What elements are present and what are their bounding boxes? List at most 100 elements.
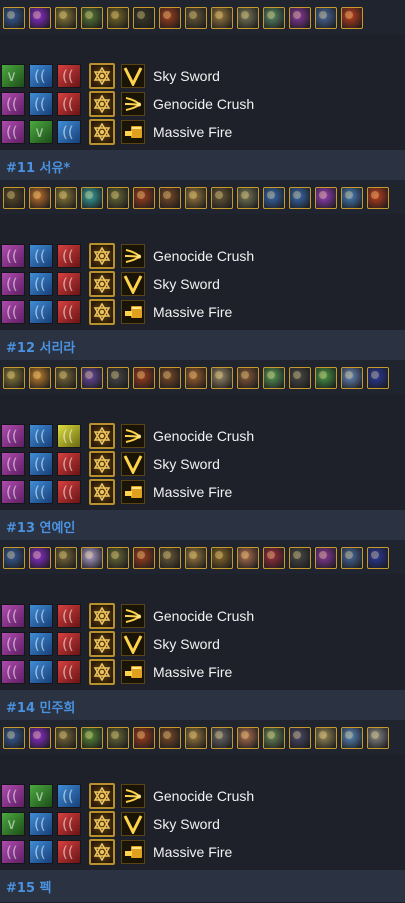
item-icon[interactable]	[159, 367, 181, 389]
item-icon[interactable]	[367, 367, 389, 389]
item-icon[interactable]	[289, 547, 311, 569]
item-icon[interactable]	[263, 187, 285, 209]
item-icon[interactable]	[211, 187, 233, 209]
item-icon[interactable]	[289, 7, 311, 29]
rune-icon: ((	[29, 244, 53, 268]
build-label[interactable]: #15 펙	[6, 877, 51, 896]
item-build-bar	[0, 540, 405, 574]
item-icon[interactable]	[107, 367, 129, 389]
hexagram-stat-icon	[89, 659, 115, 685]
item-icon[interactable]	[185, 727, 207, 749]
item-icon[interactable]	[29, 547, 51, 569]
item-icon[interactable]	[55, 187, 77, 209]
item-icon[interactable]	[81, 367, 103, 389]
item-icon[interactable]	[81, 7, 103, 29]
build-label-strip: #12 서리라	[0, 330, 405, 362]
item-icon[interactable]	[159, 7, 181, 29]
item-icon[interactable]	[133, 727, 155, 749]
item-icon[interactable]	[211, 367, 233, 389]
item-icon[interactable]	[367, 547, 389, 569]
hexagram-stat-icon	[89, 91, 115, 117]
item-icon[interactable]	[107, 547, 129, 569]
item-icon[interactable]	[55, 7, 77, 29]
rune-icon: ((	[57, 452, 81, 476]
massive-fire-icon	[121, 480, 145, 504]
item-icon[interactable]	[185, 7, 207, 29]
item-icon[interactable]	[263, 727, 285, 749]
item-icon[interactable]	[3, 727, 25, 749]
item-icon[interactable]	[367, 727, 389, 749]
item-icon[interactable]	[185, 367, 207, 389]
item-icon[interactable]	[341, 187, 363, 209]
rune-icon: ((	[1, 784, 25, 808]
item-icon[interactable]	[263, 7, 285, 29]
massive-fire-icon	[121, 300, 145, 324]
item-icon[interactable]	[315, 187, 337, 209]
item-icon[interactable]	[81, 187, 103, 209]
item-icon[interactable]	[341, 7, 363, 29]
item-icon[interactable]	[237, 7, 259, 29]
build-label[interactable]: #12 서리라	[6, 337, 75, 356]
item-icon[interactable]	[133, 7, 155, 29]
item-icon[interactable]	[237, 547, 259, 569]
spacer	[0, 214, 405, 242]
item-icon[interactable]	[211, 547, 233, 569]
item-icon[interactable]	[3, 547, 25, 569]
item-icon[interactable]	[315, 727, 337, 749]
item-icon[interactable]	[29, 7, 51, 29]
item-icon[interactable]	[107, 187, 129, 209]
item-icon[interactable]	[263, 547, 285, 569]
item-icon[interactable]	[133, 367, 155, 389]
item-icon[interactable]	[107, 727, 129, 749]
item-icon[interactable]	[29, 367, 51, 389]
item-icon[interactable]	[341, 727, 363, 749]
hexagram-stat-icon	[89, 811, 115, 837]
rune-icon: ((	[1, 300, 25, 324]
skill-build-area: ∨((((Sky Sword((((((Genocide Crush((∨((M…	[0, 62, 405, 150]
item-icon[interactable]	[159, 187, 181, 209]
item-icon[interactable]	[237, 727, 259, 749]
item-icon[interactable]	[315, 367, 337, 389]
rune-icon: ((	[57, 840, 81, 864]
skill-name-label: Genocide Crush	[153, 96, 255, 112]
build-label[interactable]: #11 서유*	[6, 157, 70, 176]
item-icon[interactable]	[263, 367, 285, 389]
item-icon[interactable]	[159, 547, 181, 569]
sky-sword-icon	[121, 64, 145, 88]
item-icon[interactable]	[341, 367, 363, 389]
item-icon[interactable]	[133, 187, 155, 209]
item-icon[interactable]	[185, 547, 207, 569]
item-icon[interactable]	[237, 187, 259, 209]
item-icon[interactable]	[81, 727, 103, 749]
item-icon[interactable]	[341, 547, 363, 569]
build-list-panel: ∨((((Sky Sword((((((Genocide Crush((∨((M…	[0, 0, 405, 903]
item-build-bar	[0, 360, 405, 394]
build-label[interactable]: #13 연예인	[6, 517, 75, 536]
item-icon[interactable]	[55, 367, 77, 389]
item-icon[interactable]	[3, 367, 25, 389]
item-icon[interactable]	[81, 547, 103, 569]
item-icon[interactable]	[211, 7, 233, 29]
item-icon[interactable]	[315, 7, 337, 29]
item-icon[interactable]	[3, 7, 25, 29]
skill-name-label: Sky Sword	[153, 456, 220, 472]
item-icon[interactable]	[237, 367, 259, 389]
skill-name-label: Massive Fire	[153, 664, 233, 680]
item-icon[interactable]	[29, 727, 51, 749]
item-icon[interactable]	[289, 367, 311, 389]
item-icon[interactable]	[211, 727, 233, 749]
item-icon[interactable]	[55, 547, 77, 569]
item-icon[interactable]	[315, 547, 337, 569]
genocide-crush-icon	[121, 244, 145, 268]
item-icon[interactable]	[3, 187, 25, 209]
item-icon[interactable]	[29, 187, 51, 209]
item-icon[interactable]	[107, 7, 129, 29]
item-icon[interactable]	[185, 187, 207, 209]
item-icon[interactable]	[367, 187, 389, 209]
item-icon[interactable]	[55, 727, 77, 749]
build-label[interactable]: #14 민주희	[6, 697, 75, 716]
item-icon[interactable]	[289, 187, 311, 209]
item-icon[interactable]	[133, 547, 155, 569]
item-icon[interactable]	[289, 727, 311, 749]
item-icon[interactable]	[159, 727, 181, 749]
